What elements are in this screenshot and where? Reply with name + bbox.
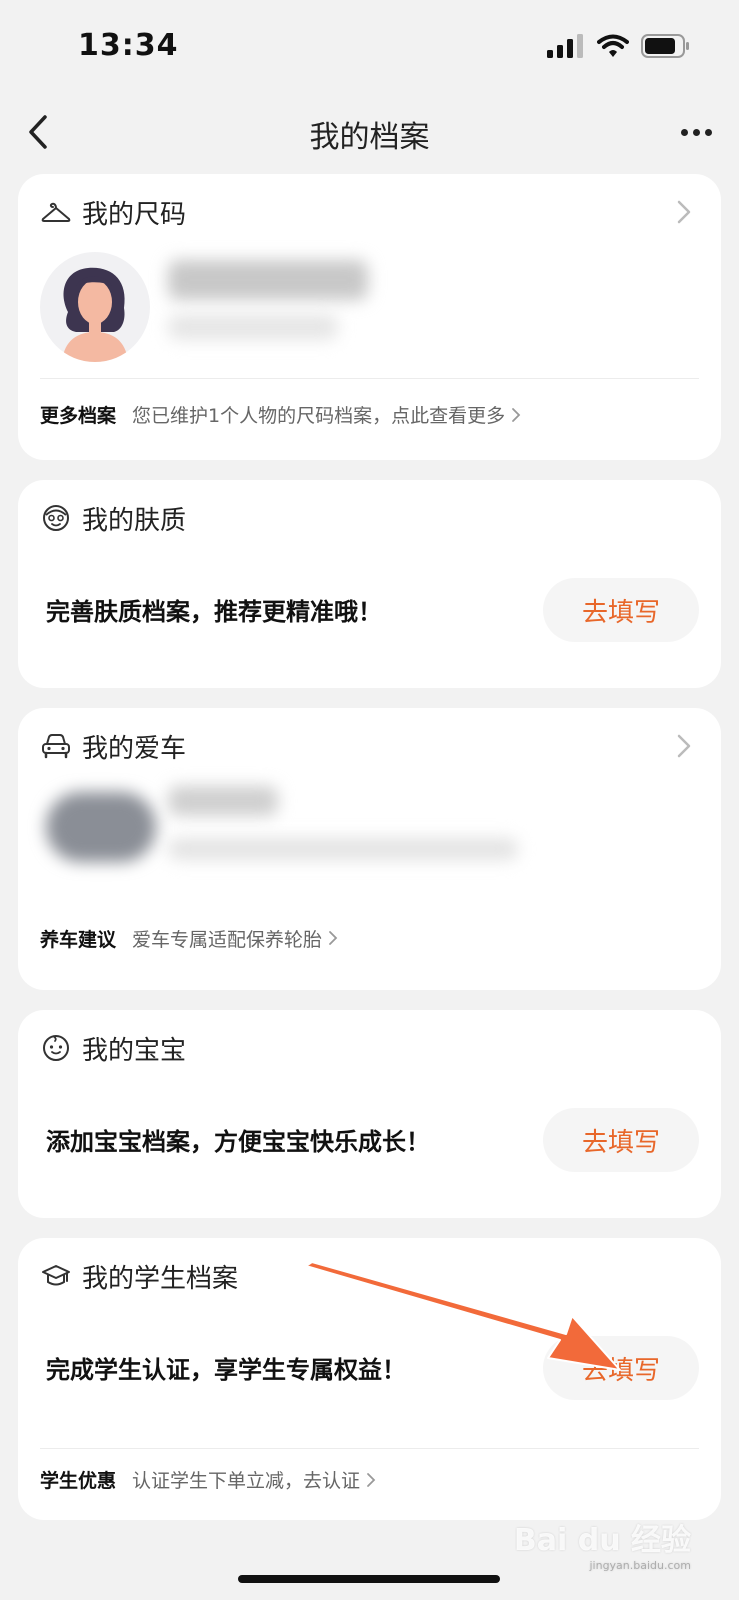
car-advice-label: 养车建议 — [40, 928, 117, 951]
baby-icon — [40, 1032, 72, 1064]
home-indicator — [238, 1575, 500, 1583]
baby-card-title: 我的宝宝 — [82, 1035, 187, 1066]
size-card[interactable]: 我的尺码 更多档案 您已维护1个人物的尺码档案，点此查看更多 — [18, 174, 721, 460]
car-card[interactable]: 我的爱车 养车建议 爱车专属适配保养轮胎 — [18, 708, 721, 990]
more-icon-dot — [704, 128, 712, 136]
size-card-title: 我的尺码 — [82, 199, 187, 230]
student-discount-label: 学生优惠 — [40, 1470, 117, 1492]
status-bar: 13:34 — [0, 0, 739, 100]
nav-bar: 我的档案 — [0, 100, 739, 170]
wifi-icon — [597, 34, 629, 57]
watermark-logo: Bai du 经验 jingyan.baidu.com — [514, 1515, 691, 1572]
more-button[interactable] — [671, 108, 721, 156]
car-card-title: 我的爱车 — [82, 733, 187, 764]
watermark-brand: Bai du 经验 — [513, 1523, 691, 1558]
chevron-right-icon[interactable] — [669, 196, 699, 228]
student-card-header: 我的学生档案 — [40, 1256, 699, 1296]
size-card-header: 我的尺码 — [40, 192, 699, 232]
status-time: 13:34 — [78, 28, 179, 63]
size-info-blurred-2 — [168, 314, 338, 340]
signal-icon — [547, 34, 583, 58]
baby-prompt: 添加宝宝档案，方便宝宝快乐成长！ — [46, 1128, 430, 1156]
avatar — [40, 252, 150, 362]
chevron-right-icon — [366, 1472, 376, 1488]
baby-card-header: 我的宝宝 — [40, 1028, 699, 1068]
car-info-blurred — [168, 786, 278, 816]
hanger-icon — [40, 196, 72, 228]
skin-prompt: 完善肤质档案，推荐更精准哦！ — [46, 598, 382, 626]
skin-card: 我的肤质 完善肤质档案，推荐更精准哦！ 去填写 — [18, 480, 721, 688]
face-icon — [40, 502, 72, 534]
car-icon — [40, 730, 72, 762]
chevron-right-icon — [511, 407, 521, 423]
car-info-blurred-2 — [168, 838, 518, 860]
baby-fill-button[interactable]: 去填写 — [543, 1108, 699, 1172]
status-icons — [547, 34, 691, 58]
more-icon-dot — [692, 128, 700, 136]
student-fill-button[interactable]: 去填写 — [543, 1336, 699, 1400]
page-title: 我的档案 — [309, 120, 430, 155]
student-prompt: 完成学生认证，享学生专属权益！ — [46, 1356, 406, 1384]
skin-fill-button[interactable]: 去填写 — [543, 578, 699, 642]
size-card-footer[interactable]: 更多档案 您已维护1个人物的尺码档案，点此查看更多 — [40, 378, 699, 450]
more-profiles-label: 更多档案 — [40, 405, 117, 427]
baby-card: 我的宝宝 添加宝宝档案，方便宝宝快乐成长！ 去填写 — [18, 1010, 721, 1218]
student-card-footer[interactable]: 学生优惠 认证学生下单立减，去认证 — [40, 1448, 699, 1510]
size-info-blurred — [168, 260, 368, 300]
chevron-right-icon — [328, 930, 338, 946]
skin-card-header: 我的肤质 — [40, 498, 699, 538]
car-image-blurred — [46, 792, 156, 862]
more-icon — [680, 128, 688, 136]
car-card-footer[interactable]: 养车建议 爱车专属适配保养轮胎 — [40, 900, 699, 976]
more-profiles-text: 您已维护1个人物的尺码档案，点此查看更多 — [132, 405, 506, 427]
student-discount-text: 认证学生下单立减，去认证 — [132, 1470, 361, 1492]
graduation-cap-icon — [40, 1260, 72, 1292]
student-card: 我的学生档案 完成学生认证，享学生专属权益！ 去填写 学生优惠 认证学生下单立减… — [18, 1238, 721, 1520]
watermark-url: jingyan.baidu.com — [589, 1559, 691, 1572]
student-card-title: 我的学生档案 — [82, 1263, 239, 1294]
chevron-right-icon[interactable] — [669, 730, 699, 762]
skin-card-title: 我的肤质 — [82, 505, 187, 536]
car-advice-text: 爱车专属适配保养轮胎 — [132, 928, 323, 951]
battery-icon — [641, 34, 689, 58]
car-card-header: 我的爱车 — [40, 726, 699, 766]
